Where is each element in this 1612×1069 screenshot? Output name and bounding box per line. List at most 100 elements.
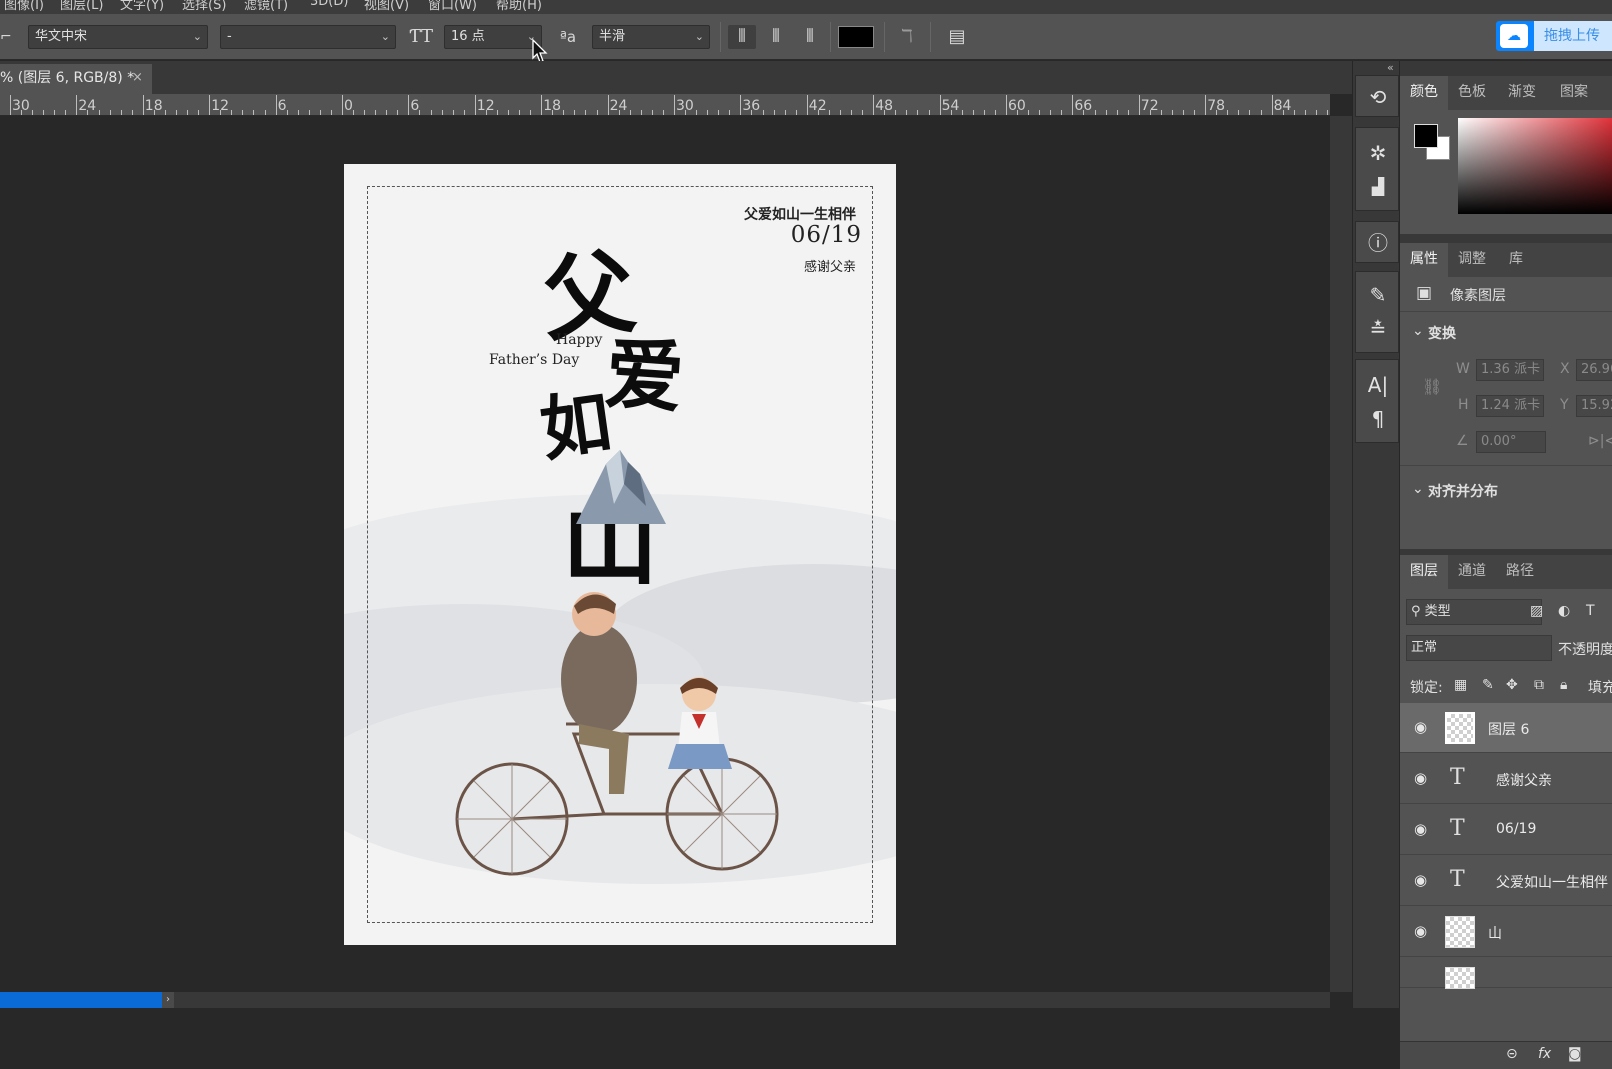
warp-text-icon[interactable]: ℸ xyxy=(894,25,920,49)
ruler-tick xyxy=(187,110,189,115)
menu-view[interactable]: 视图(V) xyxy=(364,0,409,13)
foreground-color-swatch[interactable] xyxy=(1414,124,1438,148)
antialias-value: 半滑 xyxy=(599,29,626,44)
tab-channels[interactable]: 通道 xyxy=(1448,555,1496,589)
antialias-select[interactable]: 半滑 ⌄ xyxy=(592,25,710,49)
font-style-select[interactable]: - ⌄ xyxy=(220,25,396,49)
angle-field[interactable]: 0.00° xyxy=(1476,431,1546,453)
blend-mode-select[interactable]: 正常 xyxy=(1406,635,1552,661)
eye-icon[interactable]: ◉ xyxy=(1414,718,1427,736)
brush-settings-icon[interactable]: ≛ xyxy=(1356,312,1400,346)
align-center-icon[interactable]: ⦀ xyxy=(762,25,790,49)
link-layers-icon[interactable]: ⊝ xyxy=(1506,1046,1518,1062)
align-right-icon[interactable]: ⦀ xyxy=(796,25,824,49)
tab-libraries[interactable]: 库 xyxy=(1496,243,1536,277)
align-left-icon[interactable]: ⦀ xyxy=(728,25,756,49)
text-layer-icon: T xyxy=(1450,867,1465,892)
height-field[interactable]: 1.24 派卡 xyxy=(1476,395,1544,417)
close-icon[interactable]: × xyxy=(132,64,143,92)
tab-color[interactable]: 颜色 xyxy=(1400,76,1448,110)
layer-row[interactable] xyxy=(1400,958,1612,989)
menu-window[interactable]: 窗口(W) xyxy=(428,0,477,13)
character-panel-icon[interactable]: ▤ xyxy=(944,25,970,49)
layer-row[interactable]: ◉ T 06/19 xyxy=(1400,805,1612,855)
tab-gradients[interactable]: 渐变 xyxy=(1496,76,1548,110)
link-icon[interactable]: ⛓ xyxy=(1422,377,1442,396)
chevron-down-icon[interactable]: ⌄ xyxy=(1412,481,1424,497)
horizontal-ruler[interactable]: 30 24 18 12 6 0 6 12 18 24 30 36 42 48 54 60 66 72 78 84 xyxy=(0,94,1330,116)
menu-filter[interactable]: 滤镜(T) xyxy=(244,0,288,13)
transform-section-title[interactable]: 变换 xyxy=(1428,323,1456,343)
text-layer-icon: T xyxy=(1450,765,1465,790)
ruler-tick xyxy=(419,110,421,115)
menu-select[interactable]: 选择(S) xyxy=(182,0,226,13)
tab-paths[interactable]: 路径 xyxy=(1496,555,1544,589)
layer-row[interactable]: ◉ T 感谢父亲 xyxy=(1400,754,1612,804)
navigator-icon[interactable]: ✲ xyxy=(1356,136,1400,170)
ruler-tick xyxy=(651,110,653,115)
histogram-icon[interactable]: ▟ xyxy=(1356,170,1400,204)
ruler-tick-label: 0 xyxy=(344,98,353,114)
pixel-filter-icon[interactable]: ▨ xyxy=(1530,603,1543,619)
tab-patterns[interactable]: 图案 xyxy=(1548,76,1600,110)
menu-image[interactable]: 图像(I) xyxy=(4,0,44,13)
eye-icon[interactable]: ◉ xyxy=(1414,769,1427,787)
menu-type[interactable]: 文字(Y) xyxy=(120,0,164,13)
character-icon[interactable]: A| xyxy=(1356,368,1400,402)
width-field[interactable]: 1.36 派卡 xyxy=(1476,359,1544,381)
y-field[interactable]: 15.92 xyxy=(1576,395,1612,417)
icon-group: ⟲ xyxy=(1355,75,1399,117)
scroll-thumb[interactable] xyxy=(0,992,162,1008)
paragraph-icon[interactable]: ¶ xyxy=(1356,402,1400,436)
ruler-tick xyxy=(353,110,355,115)
angle-icon: ∠ xyxy=(1456,433,1469,449)
x-field[interactable]: 26.96 xyxy=(1576,359,1612,381)
chevron-right-icon[interactable]: › xyxy=(162,992,174,1008)
brush-icon[interactable]: ✎ xyxy=(1356,278,1400,312)
layer-filter-select[interactable]: ⚲ 类型 xyxy=(1406,599,1542,625)
tab-properties[interactable]: 属性 xyxy=(1400,243,1448,277)
layer-row[interactable]: ◉ T 父爱如山一生相伴 xyxy=(1400,856,1612,906)
height-label: H xyxy=(1458,397,1469,413)
font-size-select[interactable]: 16 点 ⌄ xyxy=(444,25,542,49)
font-family-select[interactable]: 华文中宋 ⌄ xyxy=(28,25,208,49)
poster-document[interactable]: 父爱如山一生相伴 06/19 感谢父亲 父 爱 如 山 Happy Father… xyxy=(344,164,896,945)
lock-transparent-icon[interactable]: ▦ xyxy=(1454,677,1467,693)
eye-icon[interactable]: ◉ xyxy=(1414,871,1427,889)
lock-all-icon[interactable]: 🔒︎ xyxy=(1560,677,1567,693)
color-picker-field[interactable] xyxy=(1458,118,1612,214)
info-icon[interactable]: ⓘ xyxy=(1356,226,1400,260)
vertical-scrollbar[interactable] xyxy=(1330,116,1352,992)
ruler-tick xyxy=(65,110,67,115)
layer-row[interactable]: ◉ 图层 6 xyxy=(1400,703,1612,753)
text-color-swatch[interactable] xyxy=(838,26,874,48)
horizontal-scrollbar[interactable]: › xyxy=(0,992,1330,1008)
lock-paint-icon[interactable]: ✎ xyxy=(1482,677,1494,693)
lock-artboard-icon[interactable]: ⧉ xyxy=(1534,677,1544,693)
menu-layer[interactable]: 图层(L) xyxy=(60,0,103,13)
mask-icon[interactable]: ◙ xyxy=(1568,1046,1582,1062)
lock-position-icon[interactable]: ✥ xyxy=(1506,677,1518,693)
flip-horizontal-icon[interactable]: ⊳|⊲ xyxy=(1588,433,1612,449)
menu-help[interactable]: 帮助(H) xyxy=(496,0,542,13)
fx-icon[interactable]: fx xyxy=(1538,1046,1551,1062)
adjustment-filter-icon[interactable]: ◐ xyxy=(1558,603,1570,619)
tab-adjustments[interactable]: 调整 xyxy=(1448,243,1496,277)
chevron-down-icon[interactable]: ⌄ xyxy=(1412,323,1424,339)
align-section-title[interactable]: 对齐并分布 xyxy=(1428,481,1498,501)
collapse-icon[interactable]: « xyxy=(1387,61,1394,74)
drag-upload-button[interactable]: ☁ 拖拽上传 xyxy=(1496,21,1612,51)
history-icon[interactable]: ⟲ xyxy=(1356,80,1400,114)
menu-3d[interactable]: 3D(D) xyxy=(310,0,348,9)
tool-preset-icon[interactable]: ⌐ xyxy=(0,25,12,49)
document-tab[interactable]: % (图层 6, RGB/8) * × xyxy=(0,64,152,94)
tab-swatches[interactable]: 色板 xyxy=(1448,76,1496,110)
tab-layers[interactable]: 图层 xyxy=(1400,555,1448,589)
ruler-tick xyxy=(961,110,963,115)
ruler-tick xyxy=(164,110,166,115)
eye-icon[interactable]: ◉ xyxy=(1414,820,1427,838)
eye-icon[interactable]: ◉ xyxy=(1414,922,1427,940)
lock-label: 锁定: xyxy=(1410,680,1443,696)
layer-row[interactable]: ◉ 山 xyxy=(1400,907,1612,957)
type-filter-icon[interactable]: T xyxy=(1586,603,1595,619)
